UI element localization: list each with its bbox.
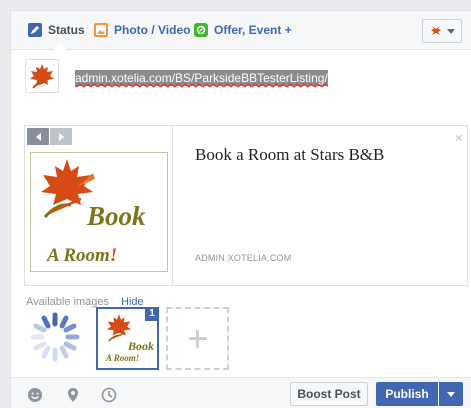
link-preview-card: Book A Room! Book a Room at Stars B&B AD…	[24, 125, 468, 286]
chevron-down-icon	[447, 391, 455, 397]
book-a-room-logo: Book A Room!	[30, 152, 168, 272]
composer-footer: Boost Post Publish	[11, 377, 471, 408]
selected-count-badge: 1	[145, 307, 159, 321]
logo-room-text: A Room	[47, 245, 110, 266]
arrow-left-icon	[35, 132, 41, 141]
mini-logo-room-text: A Room	[106, 353, 136, 363]
clock-icon[interactable]	[101, 387, 117, 403]
tab-status[interactable]: Status	[28, 20, 85, 40]
publish-button[interactable]: Publish	[376, 382, 438, 406]
location-pin-icon[interactable]	[65, 387, 81, 403]
tab-photo-video[interactable]: Photo / Video	[94, 20, 190, 40]
maple-leaf-icon	[30, 64, 54, 89]
composer-tabs: Status Photo / Video Offer, Event +	[11, 11, 471, 50]
logo-word-room: A Room!	[47, 245, 117, 267]
selected-image-thumbnail[interactable]: Book A Room! 1	[96, 307, 159, 370]
post-composer: Status Photo / Video Offer, Event + admi…	[10, 10, 471, 408]
arrow-right-icon	[58, 132, 64, 141]
link-title[interactable]: Book a Room at Stars B&B	[195, 145, 384, 165]
page-avatar-icon	[431, 26, 441, 35]
active-tab-indicator	[53, 43, 67, 50]
boost-post-button[interactable]: Boost Post	[290, 382, 368, 406]
publish-options-button[interactable]	[439, 382, 463, 406]
mini-logo-bang: !	[135, 353, 140, 363]
page-avatar	[25, 59, 59, 93]
preview-thumbnail: Book A Room!	[25, 126, 173, 285]
pencil-icon	[28, 23, 42, 37]
tab-offer-event-label: Offer, Event +	[214, 23, 292, 37]
mini-logo-book: Book	[128, 339, 155, 353]
prev-image-button[interactable]	[27, 128, 49, 145]
page-switcher-button[interactable]	[422, 19, 462, 43]
link-domain: ADMIN.XOTELIA.COM	[195, 253, 292, 263]
logo-bang: !	[109, 245, 118, 266]
offer-icon	[194, 23, 208, 37]
thumbnail-nav	[27, 128, 72, 145]
mini-logo-room: A Room!	[106, 353, 139, 363]
close-icon[interactable]: ✕	[454, 132, 463, 145]
post-text-input[interactable]: admin.xotelia.com/BS/ParksideBBTesterLis…	[75, 70, 328, 86]
next-image-button[interactable]	[50, 128, 72, 145]
tab-photo-video-label: Photo / Video	[114, 23, 191, 37]
add-image-button[interactable]	[166, 307, 229, 370]
loading-spinner-icon	[30, 312, 80, 362]
tab-status-label: Status	[48, 23, 85, 37]
chevron-down-icon	[447, 28, 455, 34]
photo-icon	[94, 23, 108, 37]
emoji-icon[interactable]	[27, 387, 43, 403]
logo-word-book: Book	[87, 201, 146, 231]
tab-offer-event[interactable]: Offer, Event +	[194, 20, 292, 40]
